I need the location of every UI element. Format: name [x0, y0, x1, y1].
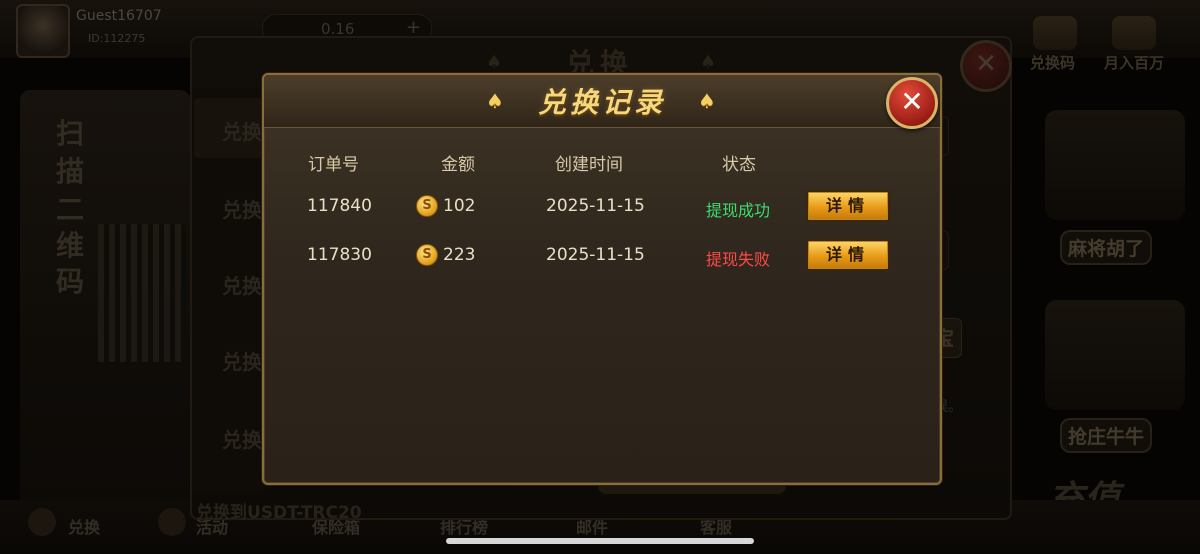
- column-header-amount: 金额: [441, 155, 475, 175]
- amount: 223: [443, 245, 476, 265]
- coin-icon: S: [416, 195, 438, 217]
- order-id: 117830: [307, 245, 372, 265]
- exchange-record-modal: ♠ ♠ 兑换记录: [262, 73, 942, 485]
- modal-title: 兑换记录: [537, 86, 666, 119]
- status-badge: 提现失败: [706, 250, 771, 269]
- column-header-status: 状态: [722, 155, 756, 175]
- amount: 102: [443, 196, 476, 216]
- coin-icon: S: [416, 244, 438, 266]
- created-date: 2025-11-15: [546, 196, 645, 216]
- column-header-order-id: 订单号: [308, 155, 359, 175]
- detail-button[interactable]: 详情: [806, 190, 890, 222]
- close-icon[interactable]: ✕: [886, 77, 938, 129]
- order-id: 117840: [307, 196, 372, 216]
- column-header-created: 创建时间: [555, 155, 623, 175]
- status-badge: 提现成功: [706, 201, 771, 220]
- home-indicator[interactable]: [446, 538, 754, 544]
- created-date: 2025-11-15: [546, 245, 645, 265]
- detail-button[interactable]: 详情: [806, 239, 890, 271]
